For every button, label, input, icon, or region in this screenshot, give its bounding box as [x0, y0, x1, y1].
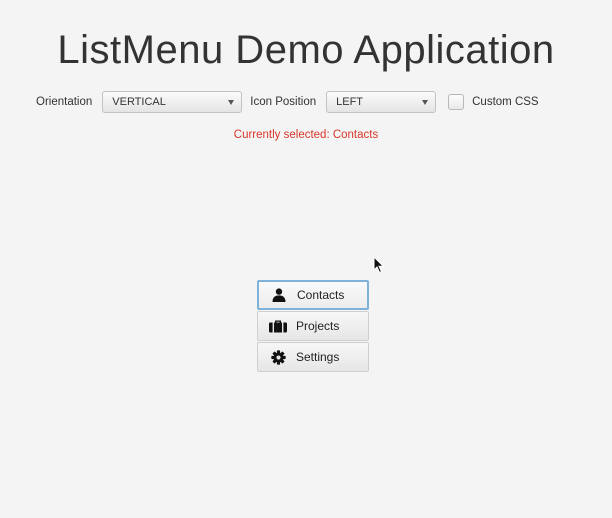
orientation-select[interactable]: VERTICAL — [102, 91, 243, 113]
menu-item-contacts[interactable]: Contacts — [257, 280, 369, 310]
chevron-down-icon — [422, 100, 429, 105]
orientation-label: Orientation — [36, 96, 93, 108]
status-text: Currently selected: Contacts — [233, 129, 379, 141]
menu-item-settings[interactable]: Settings — [257, 342, 369, 372]
list-menu: Contacts Projects Settings — [257, 280, 369, 373]
custom-css-checkbox[interactable] — [448, 94, 465, 110]
menu-item-projects[interactable]: Projects — [257, 311, 369, 341]
menu-item-label: Projects — [296, 319, 340, 333]
icon-position-value: LEFT — [336, 96, 364, 108]
menu-item-label: Contacts — [297, 288, 345, 302]
custom-css-label: Custom CSS — [472, 96, 539, 108]
gear-icon — [269, 349, 287, 365]
page-title: ListMenu Demo Application — [57, 28, 555, 72]
icon-position-select[interactable]: LEFT — [326, 91, 437, 113]
orientation-value: VERTICAL — [112, 96, 166, 108]
person-icon — [270, 287, 288, 303]
mouse-pointer-icon — [373, 256, 385, 274]
menu-item-label: Settings — [296, 350, 340, 364]
chevron-down-icon — [228, 100, 235, 105]
toolbar: Orientation VERTICAL Icon Position LEFT … — [36, 89, 539, 115]
briefcase-icon — [269, 318, 287, 334]
icon-position-label: Icon Position — [250, 96, 317, 108]
